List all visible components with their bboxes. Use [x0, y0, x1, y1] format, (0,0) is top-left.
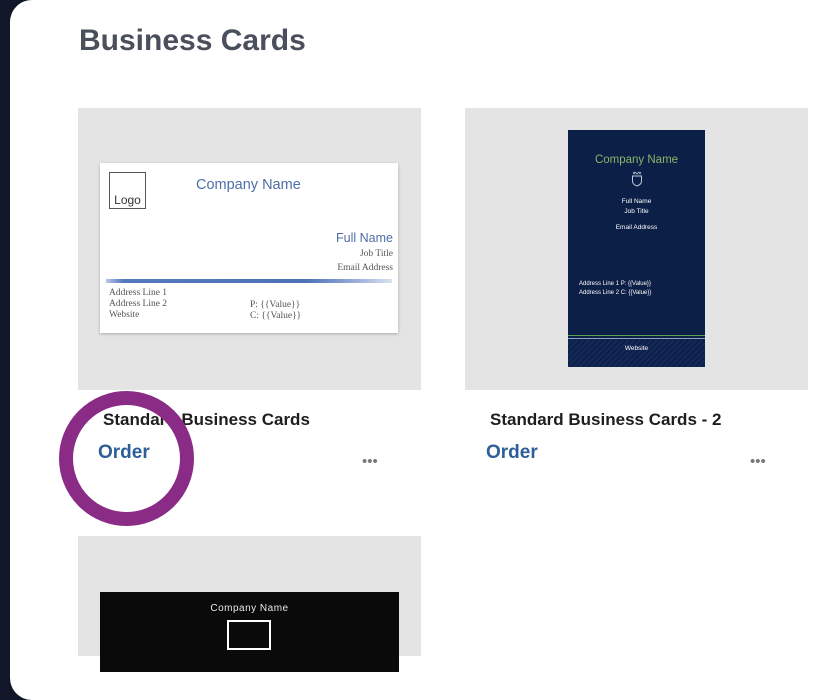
- product-thumbnail-standard[interactable]: Logo Company Name Full Name Job Title Em…: [78, 108, 421, 390]
- business-card-preview: Logo Company Name Full Name Job Title Em…: [100, 163, 398, 333]
- more-options-button[interactable]: •••: [750, 454, 766, 469]
- card-divider-bar: [106, 279, 392, 283]
- business-card-preview: Company Name: [100, 592, 399, 672]
- card-company-name: Company Name: [594, 154, 679, 166]
- order-link[interactable]: Order: [486, 442, 538, 464]
- card-company-name: Company Name: [196, 177, 301, 193]
- card-email: Email Address: [615, 224, 658, 231]
- card-address-line-1: Address Line 1: [109, 288, 168, 298]
- product-thumbnail-3[interactable]: Company Name: [78, 536, 421, 672]
- card-phone: P: {{Value}}: [250, 300, 301, 310]
- card-job-title: Job Title: [624, 208, 649, 215]
- card-job-title: Job Title: [359, 249, 393, 259]
- card-full-name: Full Name: [336, 231, 393, 245]
- card-website: Website: [624, 345, 649, 352]
- logo-placeholder: [227, 620, 271, 650]
- product-title: Standard Business Cards - 2: [490, 410, 722, 429]
- highlight-circle-annotation: [59, 391, 194, 526]
- card-address-line-1: Address Line 1 P: {{Value}}: [579, 281, 651, 287]
- shield-icon: [568, 171, 705, 192]
- card-divider-line: [568, 335, 705, 336]
- more-options-button[interactable]: •••: [362, 454, 378, 469]
- card-cell: C: {{Value}}: [250, 311, 302, 321]
- card-website: Website: [109, 310, 140, 320]
- card-email: Email Address: [337, 263, 393, 273]
- page-title: Business Cards: [79, 24, 306, 57]
- logo-placeholder: Logo: [109, 172, 146, 209]
- card-company-name: Company Name: [210, 603, 289, 614]
- card-address-line-2: Address Line 2 C: {{Value}}: [579, 290, 652, 296]
- card-full-name: Full Name: [621, 198, 652, 205]
- product-thumbnail-standard-2[interactable]: Company Name Full Name Job Title Email A…: [465, 108, 808, 390]
- business-card-preview: Company Name Full Name Job Title Email A…: [568, 130, 705, 367]
- card-divider-line: [568, 338, 705, 339]
- card-address-line-2: Address Line 2: [109, 299, 168, 309]
